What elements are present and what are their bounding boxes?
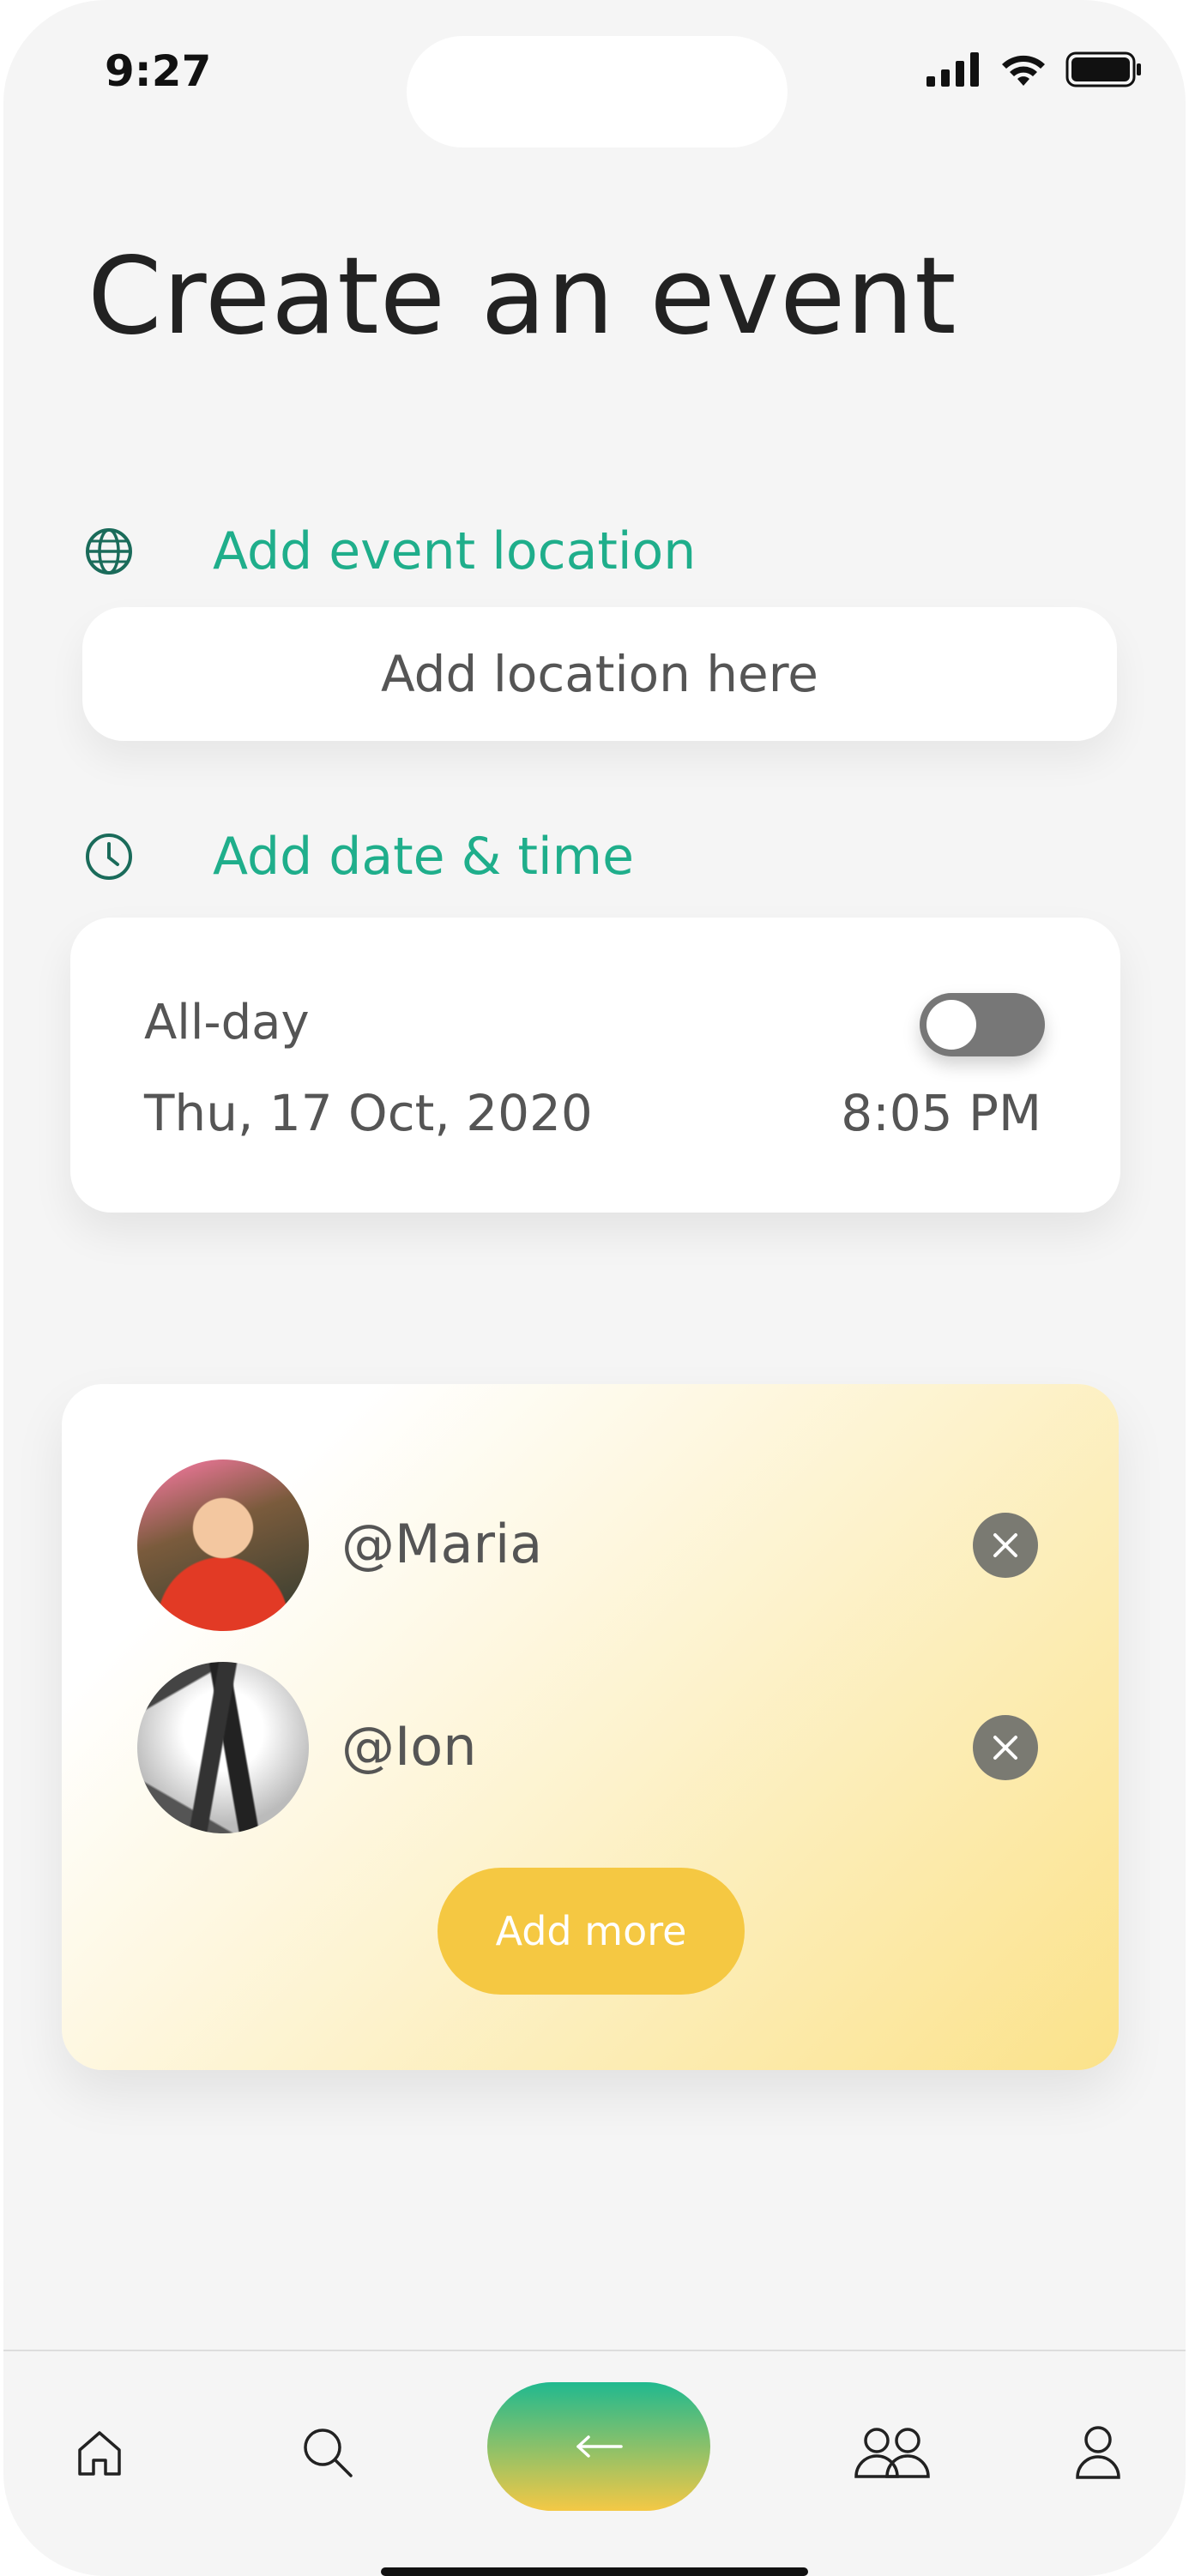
invitee-row: @Maria	[137, 1460, 1038, 1631]
nav-people[interactable]	[851, 2418, 933, 2487]
location-section-header: Add event location	[82, 521, 854, 581]
globe-icon	[82, 525, 136, 578]
close-icon	[993, 1533, 1017, 1557]
signal-icon	[926, 52, 981, 90]
location-placeholder: Add location here	[381, 645, 818, 703]
remove-invitee-button[interactable]	[973, 1513, 1038, 1578]
datetime-section-header: Add date & time	[82, 827, 854, 887]
nav-back-button[interactable]	[487, 2382, 710, 2511]
home-icon	[78, 2431, 121, 2476]
close-icon	[993, 1736, 1017, 1760]
nav-home[interactable]	[65, 2418, 134, 2487]
toggle-knob	[926, 1000, 976, 1050]
location-heading: Add event location	[213, 521, 697, 581]
clock-icon	[82, 830, 136, 883]
dynamic-island	[407, 36, 788, 147]
remove-invitee-button[interactable]	[973, 1715, 1038, 1780]
invitee-handle: @Ion	[341, 1715, 477, 1778]
nav-search[interactable]	[293, 2418, 362, 2487]
date-field[interactable]: Thu, 17 Oct, 2020	[144, 1084, 593, 1142]
bottom-nav	[3, 2350, 1186, 2576]
back-arrow-icon	[576, 2435, 623, 2458]
wifi-icon	[1000, 51, 1047, 91]
time-field[interactable]: 8:05 PM	[841, 1084, 1041, 1142]
all-day-toggle[interactable]	[920, 993, 1045, 1056]
add-more-button[interactable]: Add more	[438, 1868, 745, 1995]
profile-icon	[1076, 2426, 1120, 2479]
datetime-heading: Add date & time	[213, 827, 635, 887]
search-icon	[304, 2429, 353, 2477]
battery-icon	[1065, 51, 1143, 91]
invitees-card: @Maria @Ion Add more	[62, 1384, 1119, 2070]
all-day-label: All-day	[144, 995, 310, 1050]
invitee-row: @Ion	[137, 1662, 1038, 1833]
status-icons	[926, 51, 1143, 91]
status-time: 9:27	[105, 46, 212, 96]
location-input[interactable]: Add location here	[82, 607, 1117, 741]
home-indicator	[381, 2567, 808, 2576]
invitee-handle: @Maria	[341, 1513, 543, 1575]
datetime-card: All-day Thu, 17 Oct, 2020 8:05 PM	[70, 918, 1120, 1213]
people-icon	[854, 2428, 930, 2478]
status-bar: 9:27	[3, 0, 1186, 154]
nav-profile[interactable]	[1064, 2418, 1132, 2487]
avatar	[137, 1662, 309, 1833]
phone-screen: 9:27 Create an event Add event location …	[3, 0, 1186, 2576]
page-title: Create an event	[88, 235, 957, 358]
avatar	[137, 1460, 309, 1631]
